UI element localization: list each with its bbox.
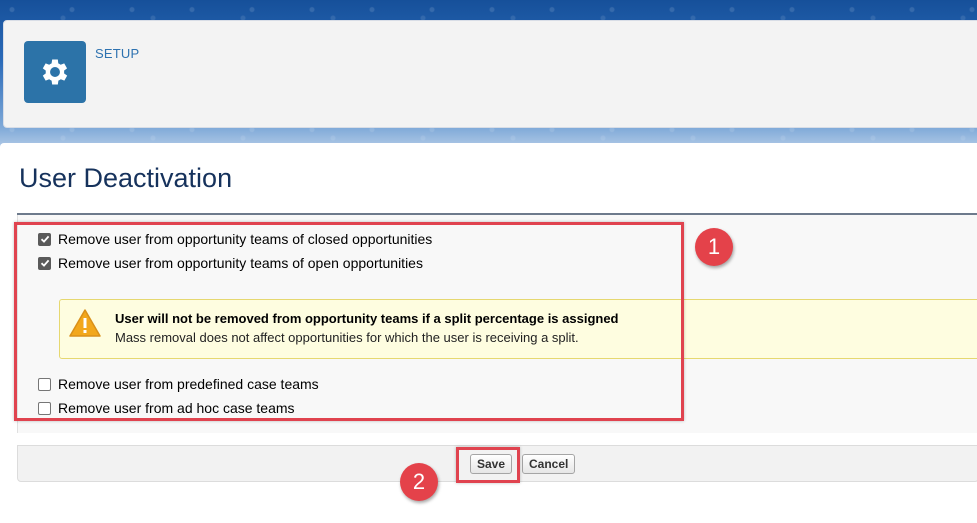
page-title: User Deactivation: [19, 163, 233, 193]
gear-icon[interactable]: [24, 41, 86, 103]
main-content: User Deactivation Remove user from oppor…: [0, 143, 977, 523]
setup-header: SETUP: [3, 20, 977, 128]
callout-options-highlight: [14, 222, 684, 421]
setup-label[interactable]: SETUP: [95, 46, 139, 61]
step-2-badge: 2: [400, 463, 438, 501]
step-1-badge: 1: [695, 228, 733, 266]
callout-save-highlight: [456, 447, 520, 483]
cancel-button[interactable]: Cancel: [522, 454, 576, 474]
